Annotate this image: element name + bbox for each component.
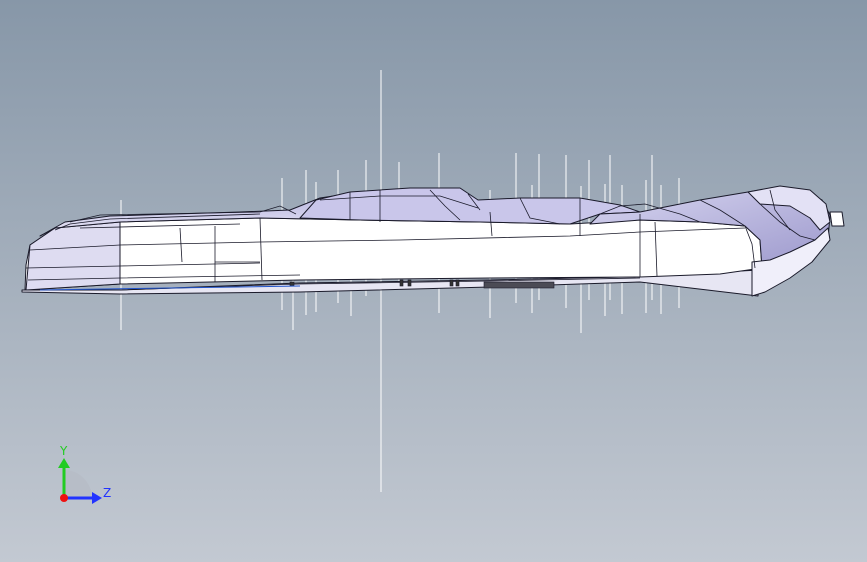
z-axis-label: Z bbox=[103, 486, 111, 500]
model-canvas[interactable]: Y Z bbox=[0, 0, 867, 562]
rear-tab bbox=[829, 211, 845, 227]
graphics-viewport[interactable]: Y Z bbox=[0, 0, 867, 562]
x-axis-dot bbox=[60, 494, 68, 502]
y-axis-label: Y bbox=[59, 444, 68, 458]
